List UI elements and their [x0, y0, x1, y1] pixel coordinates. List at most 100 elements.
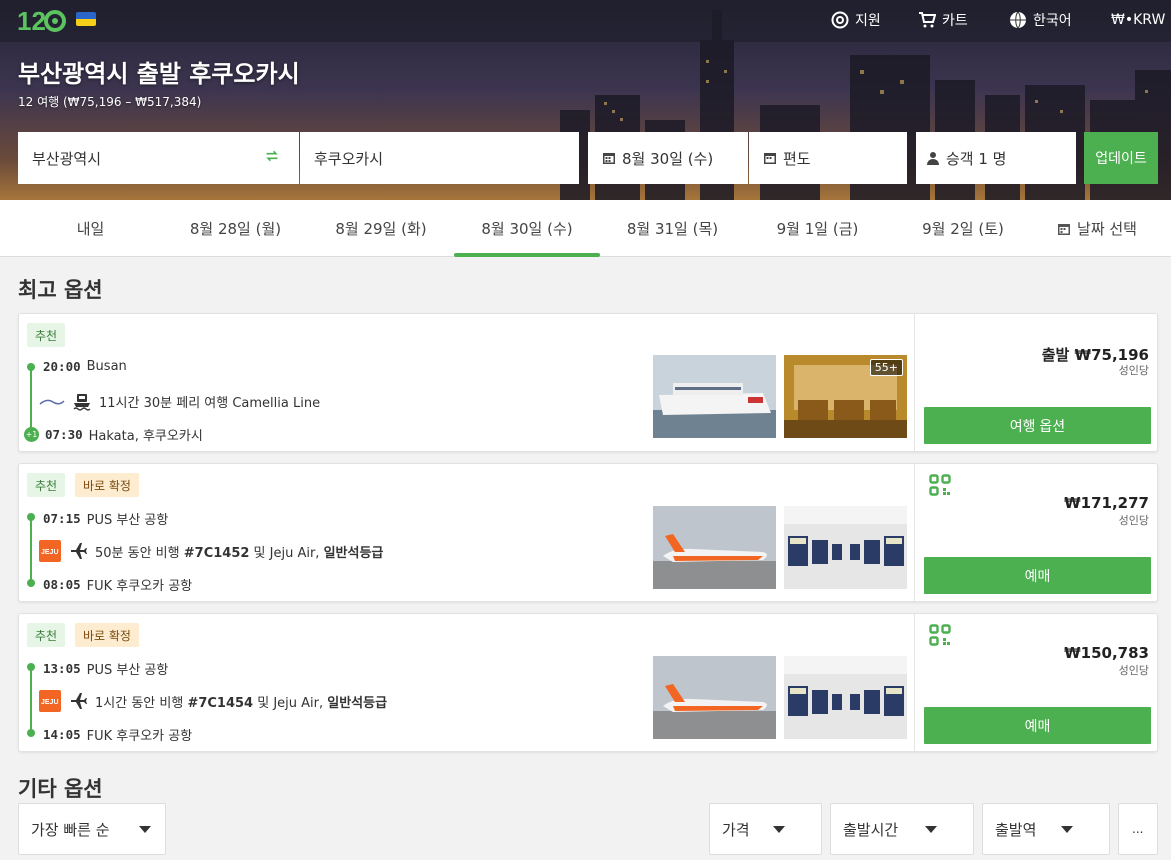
date-tab[interactable]: 8월 31일 (목): [600, 200, 745, 257]
trip-options-button[interactable]: 여행 옵션: [924, 407, 1151, 444]
departure-time-filter[interactable]: 출발시간: [830, 803, 974, 855]
origin-value: 부산광역시: [32, 149, 102, 168]
ferry-photo[interactable]: [653, 355, 776, 438]
update-button[interactable]: 업데이트: [1084, 132, 1158, 184]
price-per: 성인당: [1118, 364, 1149, 377]
arrival-time: 08:05: [43, 577, 81, 592]
more-filters-button[interactable]: ...: [1118, 803, 1158, 855]
departure-time: 13:05: [43, 661, 81, 676]
result-card-flight[interactable]: 추천 바로 확정 07:15 PUS 부산 공항 JEJU 50분 동안 비행 …: [18, 463, 1158, 602]
jeju-air-logo: JEJU: [39, 540, 61, 562]
book-button[interactable]: 예매: [924, 557, 1151, 594]
date-tab[interactable]: 8월 28일 (월): [163, 200, 308, 257]
cabin-photo[interactable]: 55+: [784, 355, 907, 438]
hero-banner: 12 지원 카트 한국어 ₩•KRW 부산광역시 출발 후쿠오카시 12 여행 …: [0, 0, 1171, 200]
arrival-dot: [27, 729, 35, 737]
aircraft-cabin-photo[interactable]: [784, 506, 907, 589]
support-link[interactable]: 지원: [831, 9, 881, 31]
best-options-heading: 최고 옵션: [18, 278, 103, 302]
duration-text: 50분 동안 비행: [95, 545, 184, 561]
date-tab[interactable]: 9월 1일 (금): [745, 200, 890, 257]
departure-time: 20:00: [43, 359, 81, 374]
cabin-class: 일반석등급: [327, 695, 388, 711]
caret-down-icon: [773, 826, 785, 833]
arrival-row: 08:05 FUK 후쿠오카 공항: [43, 575, 192, 594]
airline-text: 및 Jeju Air,: [249, 545, 324, 561]
passengers-field[interactable]: 승객 1 명: [916, 132, 1076, 184]
arrival-row: 14:05 FUK 후쿠오카 공항: [43, 725, 192, 744]
12go-logo[interactable]: 12: [17, 4, 69, 36]
date-field[interactable]: 8월 30일 (수): [588, 132, 748, 184]
date-value: 8월 30일 (수): [622, 149, 714, 168]
next-day-badge: +1: [24, 427, 39, 442]
departure-place: PUS 부산 공항: [86, 513, 169, 528]
qr-ticket-icon: [929, 474, 951, 496]
price: ₩150,783: [1064, 644, 1149, 662]
book-button[interactable]: 예매: [924, 707, 1151, 744]
trip-type-value: 편도: [783, 149, 811, 168]
caret-down-icon: [139, 826, 151, 833]
cart-icon: [919, 12, 936, 28]
arrival-place: FUK 후쿠오카 공항: [86, 729, 193, 744]
departure-dot: [27, 513, 35, 521]
calendar-icon: [764, 153, 776, 164]
photo-count-badge: 55+: [869, 359, 903, 376]
destination-field[interactable]: 후쿠오카시: [300, 132, 579, 184]
destination-value: 후쿠오카시: [314, 149, 384, 168]
language-selector[interactable]: 한국어: [1009, 9, 1072, 31]
pick-date-label: 날짜 선택: [1077, 220, 1137, 238]
arrival-row: 07:30 Hakata, 후쿠오카시: [45, 425, 203, 444]
date-tab[interactable]: 8월 29일 (화): [308, 200, 454, 257]
person-icon: [927, 152, 939, 165]
arrival-dot: [27, 579, 35, 587]
aircraft-cabin-photo[interactable]: [784, 656, 907, 739]
aircraft-photo[interactable]: [653, 506, 776, 589]
instant-confirm-badge: 바로 확정: [75, 473, 139, 497]
departure-station-filter-label: 출발역: [995, 820, 1037, 839]
support-label: 지원: [855, 13, 881, 29]
arrival-time: 07:30: [45, 427, 83, 442]
price: ₩171,277: [1064, 494, 1149, 512]
date-tab[interactable]: 9월 2일 (토): [890, 200, 1036, 257]
duration-text: 1시간 동안 비행: [95, 695, 188, 711]
flight-number: #7C1452: [183, 545, 250, 561]
sort-dropdown[interactable]: 가장 빠른 순: [18, 803, 166, 855]
pick-date-tab[interactable]: 날짜 선택: [1036, 200, 1158, 257]
airline-text: 및 Jeju Air,: [253, 695, 328, 711]
trip-description: 11시간 30분 페리 여행 Camellia Line: [99, 396, 321, 411]
recommended-badge: 추천: [27, 473, 66, 497]
ferry-icon: [73, 393, 91, 411]
result-card-flight[interactable]: 추천 바로 확정 13:05 PUS 부산 공항 JEJU 1시간 동안 비행 …: [18, 613, 1158, 752]
trip-type-field[interactable]: 편도: [749, 132, 907, 184]
price-filter[interactable]: 가격: [709, 803, 822, 855]
svg-text:12: 12: [17, 6, 46, 36]
card-divider: [914, 614, 915, 751]
date-tab-active[interactable]: 8월 30일 (수): [454, 200, 600, 257]
price-filter-label: 가격: [722, 820, 750, 839]
timeline: [30, 367, 32, 432]
airplane-icon: [71, 543, 87, 559]
departure-place: PUS 부산 공항: [86, 663, 169, 678]
departure-time-filter-label: 출발시간: [843, 820, 899, 839]
cabin-class: 일반석등급: [323, 545, 384, 561]
timeline: [30, 667, 32, 733]
top-navigation: [0, 0, 1171, 42]
trip-description: 50분 동안 비행 #7C1452 및 Jeju Air, 일반석등급: [95, 542, 383, 561]
trip-description: 1시간 동안 비행 #7C1454 및 Jeju Air, 일반석등급: [95, 692, 387, 711]
origin-field[interactable]: 부산광역시: [18, 132, 299, 184]
date-tabs: 내일 8월 28일 (월) 8월 29일 (화) 8월 30일 (수) 8월 3…: [0, 200, 1171, 257]
airplane-icon: [71, 693, 87, 709]
departure-place: Busan: [86, 359, 127, 374]
calendar-icon: [603, 153, 615, 164]
currency-selector[interactable]: ₩•KRW: [1111, 9, 1165, 31]
aircraft-photo[interactable]: [653, 656, 776, 739]
language-label: 한국어: [1033, 13, 1072, 29]
date-tab-tomorrow[interactable]: 내일: [18, 200, 163, 257]
departure-station-filter[interactable]: 출발역: [982, 803, 1110, 855]
trip-count-range: 12 여행 (₩75,196 – ₩517,384): [18, 95, 202, 109]
globe-icon: [1010, 11, 1026, 29]
caret-down-icon: [925, 826, 937, 833]
swap-icon[interactable]: [265, 149, 279, 163]
result-card-ferry[interactable]: 추천 +1 20:00 Busan 11시간 30분 페리 여행 Camelli…: [18, 313, 1158, 452]
cart-link[interactable]: 카트: [918, 9, 968, 31]
